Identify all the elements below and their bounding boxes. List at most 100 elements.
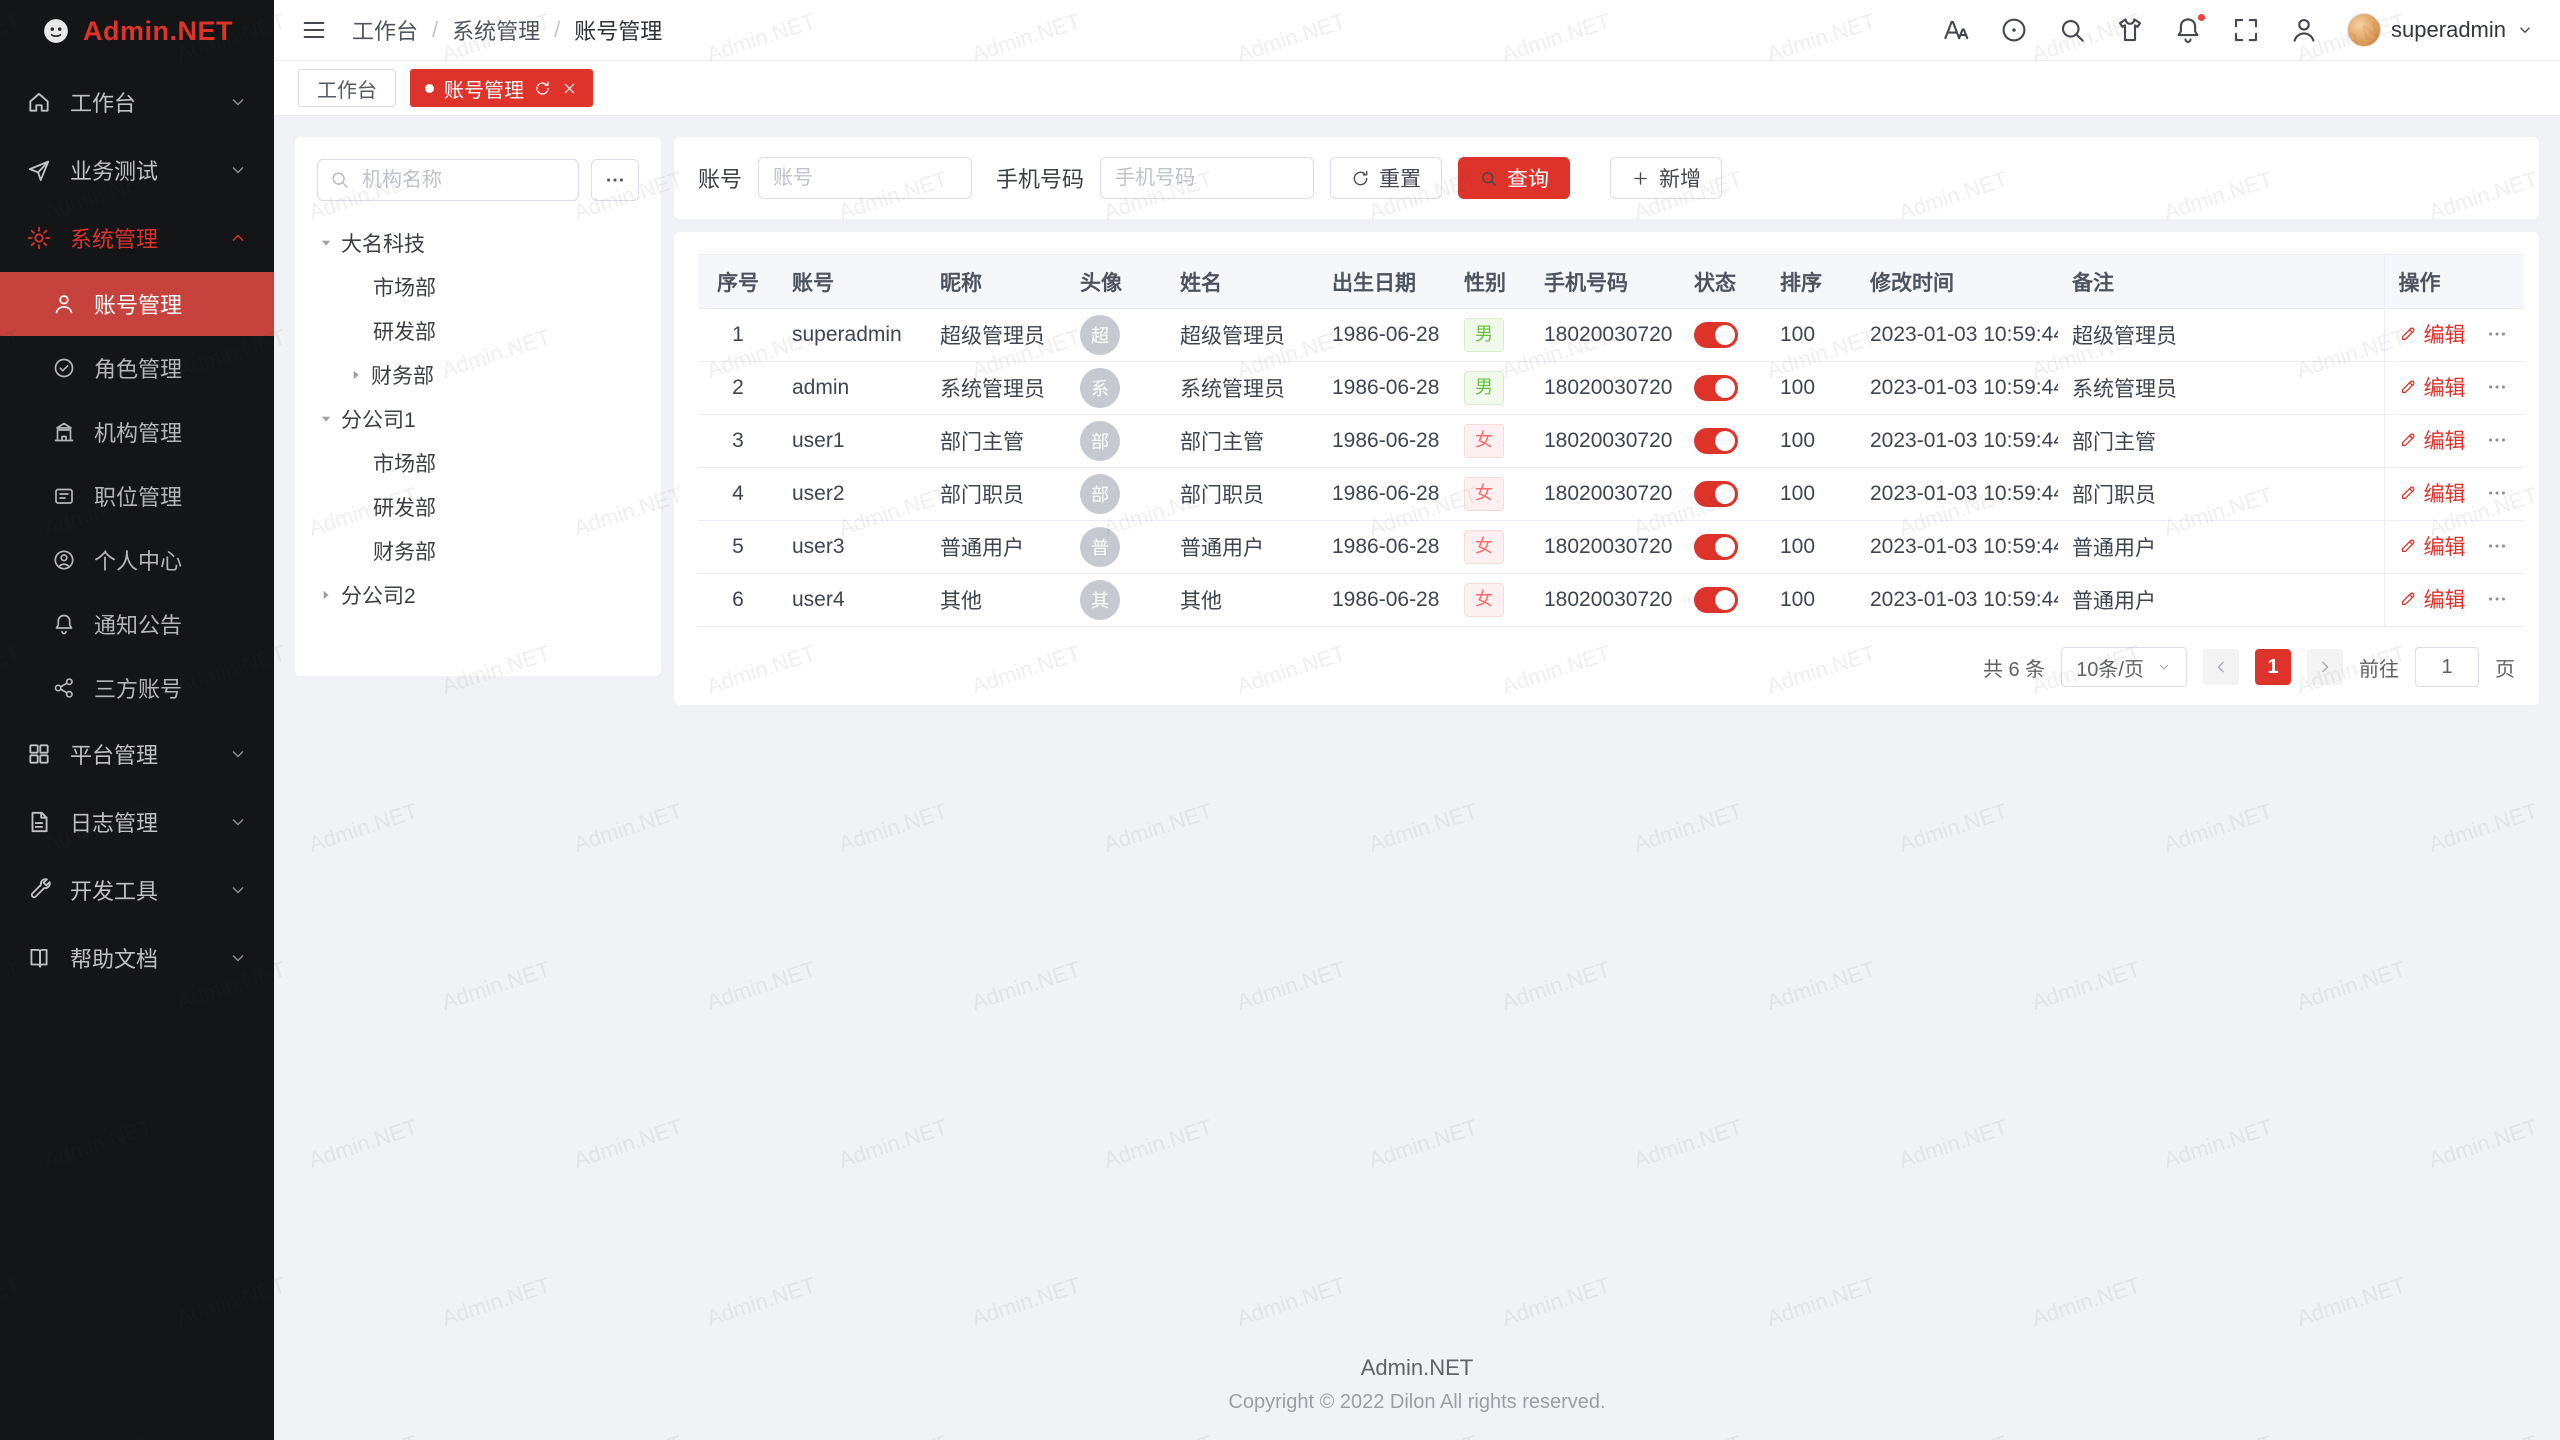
sidebar-item-notice-announcement[interactable]: 通知公告 bbox=[0, 592, 274, 656]
font-size-button[interactable] bbox=[1941, 15, 1971, 45]
query-button[interactable]: 查询 bbox=[1458, 157, 1570, 199]
sidebar-item-log-management[interactable]: 日志管理 bbox=[0, 788, 274, 856]
sidebar-item-dev-tools[interactable]: 开发工具 bbox=[0, 856, 274, 924]
cell-order: 100 bbox=[1766, 309, 1856, 362]
locale-button[interactable] bbox=[1999, 15, 2029, 45]
tab-account-management[interactable]: 账号管理 bbox=[410, 69, 593, 107]
sidebar-item-role-management[interactable]: 角色管理 bbox=[0, 336, 274, 400]
more-icon bbox=[604, 169, 626, 191]
tree-node[interactable]: 大名科技 bbox=[317, 221, 639, 265]
org-search-input[interactable] bbox=[317, 159, 579, 201]
row-more-button[interactable] bbox=[2486, 327, 2508, 350]
caret-down-icon bbox=[317, 410, 335, 428]
add-button[interactable]: 新增 bbox=[1610, 157, 1722, 199]
tree-node[interactable]: 分公司1 bbox=[317, 397, 639, 441]
theme-button[interactable] bbox=[2115, 15, 2145, 45]
breadcrumb-item-workbench[interactable]: 工作台 bbox=[352, 14, 418, 46]
row-more-button[interactable] bbox=[2486, 380, 2508, 403]
cell-nickname: 普通用户 bbox=[926, 521, 1066, 574]
column-header-op: 操作 bbox=[2384, 255, 2524, 309]
page-1-button[interactable]: 1 bbox=[2255, 649, 2291, 685]
reset-button[interactable]: 重置 bbox=[1330, 157, 1442, 199]
toggle-knob bbox=[1715, 325, 1735, 345]
sidebar-item-workbench[interactable]: 工作台 bbox=[0, 68, 274, 136]
status-toggle[interactable] bbox=[1694, 534, 1738, 560]
fullscreen-button[interactable] bbox=[2231, 15, 2261, 45]
search-icon bbox=[329, 169, 350, 190]
sidebar: Admin.NET 工作台业务测试系统管理账号管理角色管理机构管理职位管理个人中… bbox=[0, 0, 274, 1440]
breadcrumb-item-system[interactable]: 系统管理 bbox=[452, 14, 540, 46]
edit-button[interactable]: 编辑 bbox=[2399, 584, 2466, 614]
cell-remark: 普通用户 bbox=[2058, 574, 2384, 627]
column-header-gender: 性别 bbox=[1450, 255, 1530, 309]
status-toggle[interactable] bbox=[1694, 587, 1738, 613]
username: superadmin bbox=[2391, 17, 2506, 43]
tree-node[interactable]: 研发部 bbox=[317, 485, 639, 529]
org-more-button[interactable] bbox=[591, 159, 639, 201]
hamburger-button[interactable] bbox=[300, 16, 328, 44]
sidebar-item-position-management[interactable]: 职位管理 bbox=[0, 464, 274, 528]
tree-node[interactable]: 市场部 bbox=[317, 441, 639, 485]
cell-avatar: 其 bbox=[1066, 574, 1166, 627]
status-toggle[interactable] bbox=[1694, 428, 1738, 454]
row-more-button[interactable] bbox=[2486, 486, 2508, 509]
logo[interactable]: Admin.NET bbox=[0, 0, 274, 62]
sidebar-submenu: 账号管理角色管理机构管理职位管理个人中心通知公告三方账号 bbox=[0, 272, 274, 720]
cell-index: 3 bbox=[698, 415, 778, 468]
org-search bbox=[317, 159, 579, 201]
sidebar-item-account-management[interactable]: 账号管理 bbox=[0, 272, 274, 336]
page-size-select[interactable]: 10条/页 bbox=[2061, 647, 2187, 687]
tree-node[interactable]: 财务部 bbox=[317, 353, 639, 397]
sidebar-item-business-test[interactable]: 业务测试 bbox=[0, 136, 274, 204]
row-more-button[interactable] bbox=[2486, 592, 2508, 615]
account-input[interactable] bbox=[758, 157, 972, 199]
user-menu[interactable]: superadmin bbox=[2347, 13, 2534, 47]
edit-button[interactable]: 编辑 bbox=[2399, 425, 2466, 455]
tab-close-icon[interactable] bbox=[561, 80, 578, 97]
sidebar-item-label: 帮助文档 bbox=[70, 942, 158, 974]
tab-refresh-icon[interactable] bbox=[534, 80, 551, 97]
footer-title: Admin.NET bbox=[274, 1355, 2560, 1381]
tree-node[interactable]: 研发部 bbox=[317, 309, 639, 353]
tree-node[interactable]: 市场部 bbox=[317, 265, 639, 309]
tree-node[interactable]: 分公司2 bbox=[317, 573, 639, 617]
tree-node[interactable]: 财务部 bbox=[317, 529, 639, 573]
row-more-button[interactable] bbox=[2486, 433, 2508, 456]
account-label: 账号 bbox=[698, 162, 742, 194]
next-page-button[interactable] bbox=[2307, 649, 2343, 685]
edit-button[interactable]: 编辑 bbox=[2399, 372, 2466, 402]
status-toggle[interactable] bbox=[1694, 322, 1738, 348]
sidebar-item-system-management[interactable]: 系统管理 bbox=[0, 204, 274, 272]
sidebar-item-third-party-account[interactable]: 三方账号 bbox=[0, 656, 274, 720]
sidebar-item-platform-management[interactable]: 平台管理 bbox=[0, 720, 274, 788]
cell-birth: 1986-06-28 bbox=[1318, 468, 1450, 521]
sidebar-item-personal-center[interactable]: 个人中心 bbox=[0, 528, 274, 592]
status-toggle[interactable] bbox=[1694, 481, 1738, 507]
log-icon bbox=[26, 809, 52, 835]
toggle-knob bbox=[1715, 537, 1735, 557]
edit-button[interactable]: 编辑 bbox=[2399, 531, 2466, 561]
notification-button[interactable] bbox=[2173, 15, 2203, 45]
search-icon bbox=[1479, 169, 1498, 188]
sidebar-item-help-docs[interactable]: 帮助文档 bbox=[0, 924, 274, 992]
sidebar-item-label: 开发工具 bbox=[70, 874, 158, 906]
cell-account: user2 bbox=[778, 468, 926, 521]
cell-phone: 18020030720 bbox=[1530, 362, 1680, 415]
phone-input[interactable] bbox=[1100, 157, 1314, 199]
tab-workbench[interactable]: 工作台 bbox=[298, 69, 396, 107]
right-column: 账号 手机号码 重置 查询 新增 序号账号昵称头像姓名出生日期性别手机号码状态排… bbox=[674, 137, 2539, 705]
profile-button[interactable] bbox=[2289, 15, 2319, 45]
edit-button[interactable]: 编辑 bbox=[2399, 478, 2466, 508]
pagination: 共 6 条 10条/页 1 前往 页 bbox=[698, 627, 2515, 687]
edit-button[interactable]: 编辑 bbox=[2399, 319, 2466, 349]
more-icon bbox=[2486, 482, 2508, 504]
cell-modified: 2023-01-03 10:59:44 bbox=[1856, 574, 2058, 627]
search-button[interactable] bbox=[2057, 15, 2087, 45]
row-more-button[interactable] bbox=[2486, 539, 2508, 562]
prev-page-button[interactable] bbox=[2203, 649, 2239, 685]
personal-icon bbox=[52, 548, 76, 572]
status-toggle[interactable] bbox=[1694, 375, 1738, 401]
sidebar-item-org-management[interactable]: 机构管理 bbox=[0, 400, 274, 464]
cell-order: 100 bbox=[1766, 574, 1856, 627]
goto-page-input[interactable] bbox=[2415, 647, 2479, 687]
